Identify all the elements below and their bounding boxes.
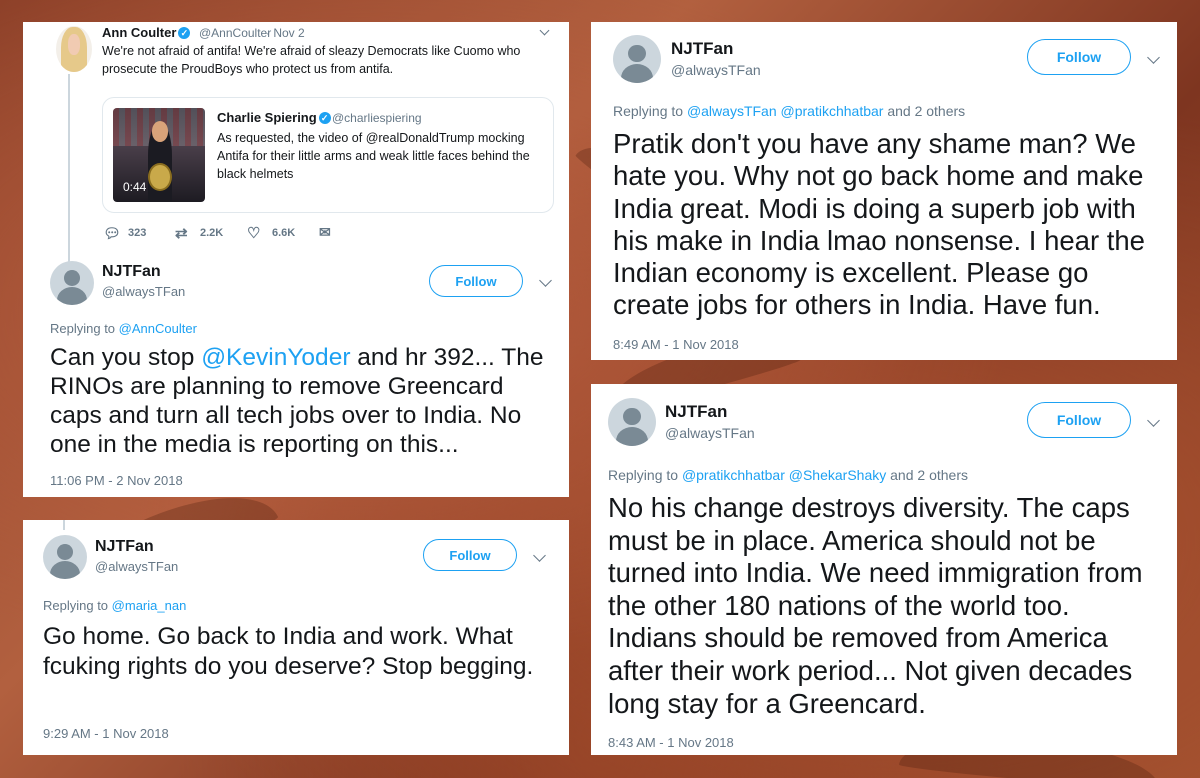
tweet-text: No his change destroys diversity. The ca… xyxy=(608,492,1143,719)
mention-link[interactable]: @maria_nan xyxy=(112,598,187,613)
quoted-tweet-text: As requested, the video of @realDonaldTr… xyxy=(217,131,530,182)
like-icon[interactable]: ♡ xyxy=(247,224,260,242)
tweet-text: Pratik don't you have any shame man? We … xyxy=(613,128,1145,321)
tweet-text: Go home. Go back to India and work. What… xyxy=(43,623,534,680)
retweet-icon[interactable]: ⇄ xyxy=(175,224,188,242)
author-handle[interactable]: @alwaysTFan xyxy=(665,425,755,441)
mention-link[interactable]: @AnnCoulter xyxy=(119,321,197,336)
verified-badge-icon: ✓ xyxy=(318,112,331,124)
tweet-date[interactable]: · Nov 2 xyxy=(266,26,305,40)
chevron-down-icon[interactable] xyxy=(533,549,546,562)
tweet-timestamp[interactable]: 8:43 AM - 1 Nov 2018 xyxy=(608,735,734,750)
tweet-timestamp[interactable]: 11:06 PM - 2 Nov 2018 xyxy=(50,473,183,488)
follow-button[interactable]: Follow xyxy=(423,539,517,571)
tweet-card-ann-coulter-thread: Ann Coulter ✓ @AnnCoulter · Nov 2 We're n… xyxy=(23,22,569,497)
author-name[interactable]: Ann Coulter ✓ xyxy=(102,25,191,40)
video-thumbnail[interactable]: 0:44 xyxy=(113,108,205,202)
retweet-count: 2.2K xyxy=(200,227,224,239)
reply-count: 323 xyxy=(128,227,147,239)
tweet-card-go-home: NJTFan @alwaysTFan Follow Replying to @m… xyxy=(23,520,569,755)
chevron-down-icon[interactable] xyxy=(539,274,552,287)
author-name[interactable]: NJTFan xyxy=(671,39,733,59)
follow-button[interactable]: Follow xyxy=(1027,402,1131,438)
chevron-down-icon[interactable] xyxy=(1147,51,1160,64)
avatar[interactable] xyxy=(613,35,661,83)
follow-button[interactable]: Follow xyxy=(429,265,523,297)
quoted-author-handle[interactable]: @charliespiering xyxy=(332,111,422,125)
chevron-down-icon[interactable] xyxy=(1147,414,1160,427)
replying-to-line: Replying to @pratikchhatbar @ShekarShaky… xyxy=(608,467,968,483)
author-handle[interactable]: @alwaysTFan xyxy=(102,284,185,299)
tweet-text: Can you stop @KevinYoder and hr 392... T… xyxy=(50,344,544,458)
author-handle[interactable]: @alwaysTFan xyxy=(95,559,178,574)
replying-to-line: Replying to @maria_nan xyxy=(43,598,187,613)
verified-badge-icon: ✓ xyxy=(178,27,191,39)
tweet-card-diversity: NJTFan @alwaysTFan Follow Replying to @p… xyxy=(591,384,1177,755)
mention-link[interactable]: @alwaysTFan @pratikchhatbar xyxy=(687,103,884,119)
tweet-card-pratik: NJTFan @alwaysTFan Follow Replying to @a… xyxy=(591,22,1177,360)
direct-message-icon[interactable]: ✉ xyxy=(319,224,331,241)
author-name[interactable]: NJTFan xyxy=(102,263,161,281)
author-handle[interactable]: @AnnCoulter xyxy=(199,26,271,40)
mention-link[interactable]: @pratikchhatbar @ShekarShaky xyxy=(682,467,886,483)
mention-link[interactable]: @KevinYoder xyxy=(201,344,350,371)
replying-to-line: Replying to @alwaysTFan @pratikchhatbar … xyxy=(613,103,966,119)
thread-connector-line xyxy=(63,520,65,530)
avatar[interactable] xyxy=(43,535,87,579)
like-count: 6.6K xyxy=(272,227,296,239)
chevron-down-icon[interactable] xyxy=(539,25,550,36)
avatar[interactable] xyxy=(608,398,656,446)
tweet-timestamp[interactable]: 9:29 AM - 1 Nov 2018 xyxy=(43,726,169,741)
author-handle[interactable]: @alwaysTFan xyxy=(671,62,761,78)
avatar[interactable] xyxy=(56,26,92,72)
reply-icon[interactable]: 💬︎ xyxy=(103,225,121,242)
avatar[interactable] xyxy=(50,261,94,305)
quoted-tweet[interactable]: 0:44 Charlie Spiering ✓ @charliespiering … xyxy=(102,97,554,213)
follow-button[interactable]: Follow xyxy=(1027,39,1131,75)
quoted-author-name[interactable]: Charlie Spiering ✓ xyxy=(217,110,331,125)
replying-to-line: Replying to @AnnCoulter xyxy=(50,321,197,336)
video-duration: 0:44 xyxy=(123,180,147,194)
presidential-seal-icon xyxy=(147,162,172,191)
thread-connector-line xyxy=(68,74,70,276)
author-name[interactable]: NJTFan xyxy=(665,402,727,422)
tweet-timestamp[interactable]: 8:49 AM - 1 Nov 2018 xyxy=(613,337,739,352)
author-name[interactable]: NJTFan xyxy=(95,538,154,556)
tweet-text: We're not afraid of antifa! We're afraid… xyxy=(102,44,521,76)
